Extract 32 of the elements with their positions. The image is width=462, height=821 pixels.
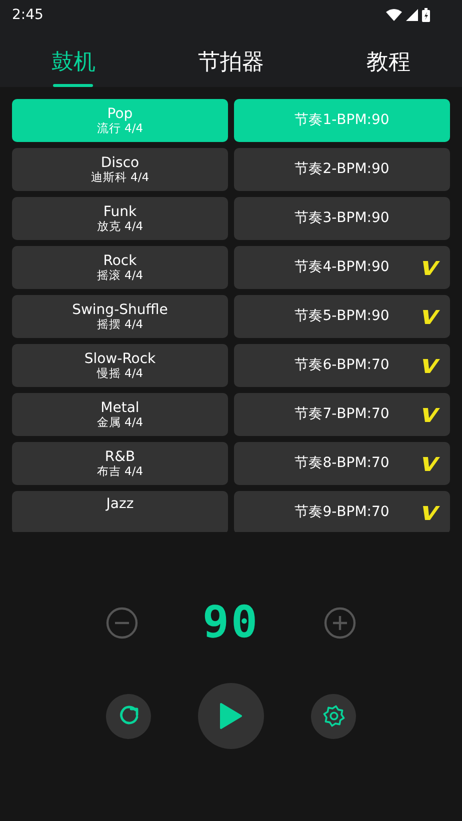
battery-icon bbox=[422, 8, 430, 22]
status-time: 2:45 bbox=[12, 6, 44, 24]
tempo-display: 90 bbox=[202, 601, 260, 645]
rhythm-button[interactable]: 节奏9-BPM:70 bbox=[234, 491, 450, 532]
tab[interactable]: 鼓机 bbox=[51, 36, 96, 87]
style-button[interactable]: Metal 金属 4/4 bbox=[12, 393, 228, 436]
style-button[interactable]: Swing-Shuffle 摇摆 4/4 bbox=[12, 295, 228, 338]
reset-button[interactable] bbox=[106, 694, 151, 738]
signal-icon bbox=[406, 9, 418, 21]
rhythm-button[interactable]: 节奏2-BPM:90 bbox=[234, 148, 450, 191]
increase-button[interactable] bbox=[324, 607, 356, 639]
tab[interactable]: 节拍器 bbox=[198, 36, 264, 87]
settings-button[interactable] bbox=[311, 694, 356, 738]
style-button[interactable]: R&B 布吉 4/4 bbox=[12, 442, 228, 485]
style-button[interactable]: Rock 摇滚 4/4 bbox=[12, 246, 228, 289]
style-button[interactable]: Funk 放克 4/4 bbox=[12, 197, 228, 240]
wifi-icon bbox=[386, 9, 402, 21]
rhythm-button[interactable]: 节奏4-BPM:90 bbox=[234, 246, 450, 289]
plus-icon bbox=[324, 607, 356, 639]
play-icon bbox=[219, 703, 243, 729]
settings-icon bbox=[322, 704, 346, 728]
tab[interactable]: 教程 bbox=[366, 36, 411, 87]
style-button[interactable]: Jazz bbox=[12, 491, 228, 532]
rhythm-button[interactable]: 节奏5-BPM:90 bbox=[234, 295, 450, 338]
style-button[interactable]: Slow-Rock 慢摇 4/4 bbox=[12, 344, 228, 387]
rhythm-button[interactable]: 节奏3-BPM:90 bbox=[234, 197, 450, 240]
rhythm-button[interactable]: 节奏7-BPM:70 bbox=[234, 393, 450, 436]
rhythm-button[interactable]: 节奏6-BPM:70 bbox=[234, 344, 450, 387]
rhythm-button[interactable]: 节奏8-BPM:70 bbox=[234, 442, 450, 485]
minus-icon bbox=[106, 607, 138, 639]
style-button[interactable]: Disco 迪斯科 4/4 bbox=[12, 148, 228, 191]
decrease-button[interactable] bbox=[106, 607, 138, 639]
